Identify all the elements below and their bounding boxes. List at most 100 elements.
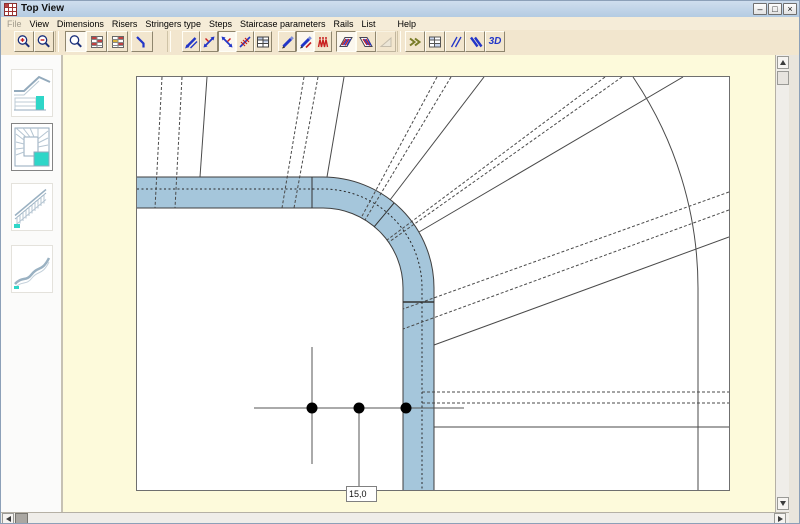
handrail-icon xyxy=(134,34,150,50)
export-chevrons-button[interactable] xyxy=(405,31,425,52)
menu-item-risers[interactable]: Risers xyxy=(112,19,138,29)
steps-table-icon xyxy=(255,34,271,50)
window-controls: – □ × xyxy=(753,3,797,15)
menu-item-file: File xyxy=(7,19,22,29)
stringer-draw-icon xyxy=(183,34,199,50)
scroll-right-button[interactable] xyxy=(774,513,786,524)
vertical-scrollbar[interactable] xyxy=(775,55,789,512)
window-corner-frame xyxy=(789,458,800,524)
menu-item-list[interactable]: List xyxy=(362,19,376,29)
riser-table-2-button[interactable] xyxy=(107,31,128,52)
arrow-down-icon xyxy=(780,501,786,506)
menu-item-rails[interactable]: Rails xyxy=(334,19,354,29)
pencil-red-icon xyxy=(297,34,313,50)
app-icon xyxy=(4,3,17,16)
arrow-up-icon xyxy=(780,60,786,65)
stringer-arrows-right-button[interactable] xyxy=(218,31,236,52)
measure-point xyxy=(307,403,318,414)
scroll-down-button[interactable] xyxy=(777,497,789,510)
horizontal-scroll-thumb[interactable] xyxy=(15,513,28,524)
top-view-window: Top View – □ × File View Dimensions Risers S… xyxy=(0,0,800,524)
top-view-thumbnail[interactable] xyxy=(11,123,53,171)
handrail-segment-button[interactable] xyxy=(131,31,153,52)
parts-table-button[interactable] xyxy=(425,31,445,52)
close-button[interactable]: × xyxy=(783,3,797,15)
menu-item-stringers-type[interactable]: Stringers type xyxy=(145,19,201,29)
stringer-hatch-icon xyxy=(237,34,253,50)
side-view-thumbnail[interactable] xyxy=(11,69,53,117)
walk-line xyxy=(137,189,422,490)
toolbar: 3D xyxy=(1,30,799,56)
content-area: 15,0 xyxy=(1,55,799,512)
stringer-3d-thumbnail[interactable] xyxy=(11,245,53,293)
drawing-canvas[interactable] xyxy=(136,76,730,491)
menu-item-staircase-parameters[interactable]: Staircase parameters xyxy=(240,19,326,29)
toolbar-separator xyxy=(55,31,59,52)
arrow-left-icon xyxy=(6,516,11,522)
measure-point xyxy=(401,403,412,414)
staircase-plan-svg xyxy=(137,77,729,490)
stringer-arrows-left-icon xyxy=(201,34,217,50)
magnifier-icon xyxy=(68,34,84,50)
titlebar: Top View – □ × xyxy=(1,1,799,18)
maximize-button[interactable]: □ xyxy=(768,3,782,15)
dimension-value-box[interactable]: 15,0 xyxy=(346,486,377,502)
window-title: Top View xyxy=(21,1,64,17)
arrow-right-icon xyxy=(778,516,783,522)
rails-3d-thumbnail[interactable] xyxy=(11,183,53,231)
riser-comb-button[interactable] xyxy=(314,31,332,52)
menubar: File View Dimensions Risers Stringers type St… xyxy=(1,17,800,30)
thick-lines-button[interactable] xyxy=(465,31,485,52)
thin-lines-button[interactable] xyxy=(445,31,465,52)
view-3d-button[interactable]: 3D xyxy=(485,31,505,52)
zoom-out-button[interactable] xyxy=(34,31,54,52)
rails-3d-thumbnail-image xyxy=(12,184,52,230)
wall-hatch-left-button[interactable] xyxy=(336,31,356,52)
zoom-out-icon xyxy=(36,34,52,50)
vertical-scroll-thumb[interactable] xyxy=(777,71,789,85)
pencil-blue-icon xyxy=(279,34,295,50)
riser-table-1-button[interactable] xyxy=(86,31,107,52)
riser-comb-icon xyxy=(315,34,331,50)
menu-item-help[interactable]: Help xyxy=(398,19,417,29)
outer-boundary-arc xyxy=(633,77,698,490)
view-3d-icon: 3D xyxy=(489,36,502,47)
horizontal-scrollbar[interactable] xyxy=(1,512,789,524)
menu-item-view[interactable]: View xyxy=(30,19,49,29)
wall-triangle-button xyxy=(376,31,396,52)
zoom-in-button[interactable] xyxy=(14,31,34,52)
window-right-frame xyxy=(789,55,800,512)
minimize-button[interactable]: – xyxy=(753,3,767,15)
side-view-thumbnail-image xyxy=(12,70,52,116)
wall-hatch-left-icon xyxy=(338,34,354,50)
parts-table-icon xyxy=(427,34,443,50)
stringer-arrows-left-button[interactable] xyxy=(200,31,218,52)
stringer-3d-thumbnail-image xyxy=(12,246,52,292)
stringer-draw-button[interactable] xyxy=(182,31,200,52)
menu-item-steps[interactable]: Steps xyxy=(209,19,232,29)
scroll-left-button[interactable] xyxy=(2,513,14,524)
main-view: 15,0 xyxy=(63,55,775,512)
wall-triangle-icon xyxy=(378,34,394,50)
view-thumbnails-sidebar xyxy=(1,55,63,512)
thin-lines-icon xyxy=(447,34,463,50)
export-chevrons-icon xyxy=(407,34,423,50)
stringer-hatch-button[interactable] xyxy=(236,31,254,52)
toolbar-separator xyxy=(167,31,171,52)
top-view-thumbnail-image xyxy=(12,124,52,170)
scroll-up-button[interactable] xyxy=(777,56,789,69)
zoom-in-icon xyxy=(16,34,32,50)
menu-item-dimensions[interactable]: Dimensions xyxy=(57,19,104,29)
thick-lines-icon xyxy=(467,34,483,50)
pencil-red-button[interactable] xyxy=(296,31,314,52)
pencil-blue-button[interactable] xyxy=(278,31,296,52)
step-lines xyxy=(200,77,729,427)
wall-hatch-right-icon xyxy=(358,34,374,50)
stringer-table-button[interactable] xyxy=(254,31,272,52)
stringer-arrows-right-icon xyxy=(219,34,235,50)
zoom-window-button[interactable] xyxy=(65,31,86,52)
measure-point xyxy=(354,403,365,414)
riser-table-icon xyxy=(89,34,105,50)
wall-hatch-right-button[interactable] xyxy=(356,31,376,52)
riser-table-alt-icon xyxy=(110,34,126,50)
